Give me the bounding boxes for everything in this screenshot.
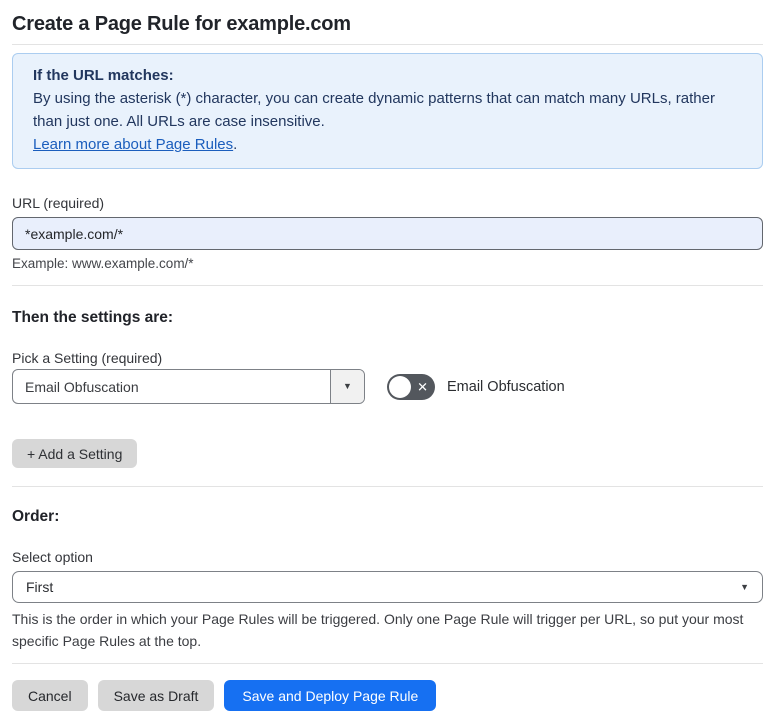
order-help-text: This is the order in which your Page Rul…	[12, 611, 744, 649]
setting-dropdown-caret-button[interactable]: ▼	[330, 370, 364, 403]
link-period: .	[233, 136, 238, 153]
title-divider	[12, 44, 763, 45]
setting-dropdown-value: Email Obfuscation	[25, 378, 139, 395]
info-link-line: Learn more about Page Rules.	[33, 133, 742, 156]
toggle-off-x-icon: ✕	[417, 379, 428, 394]
save-as-draft-button[interactable]: Save as Draft	[97, 680, 215, 711]
email-obfuscation-toggle-group: ✕ Email Obfuscation	[387, 373, 565, 400]
pick-setting-label: Pick a Setting (required)	[12, 350, 163, 366]
footer-divider	[12, 663, 763, 664]
settings-section-heading: Then the settings are:	[12, 309, 174, 326]
email-obfuscation-toggle[interactable]: ✕	[387, 373, 435, 400]
toggle-label: Email Obfuscation	[447, 378, 565, 395]
toggle-knob	[389, 375, 411, 398]
section-divider-2	[12, 486, 763, 487]
order-section-heading: Order:	[12, 508, 60, 525]
info-box-heading: If the URL matches:	[33, 67, 174, 84]
chevron-down-icon: ▼	[740, 581, 749, 592]
page-title: Create a Page Rule for example.com	[12, 13, 351, 35]
setting-row: Email Obfuscation ▼ ✕ Email Obfuscation	[12, 369, 763, 404]
save-and-deploy-button[interactable]: Save and Deploy Page Rule	[224, 680, 437, 711]
url-input[interactable]	[12, 217, 763, 250]
order-select-value: First	[26, 579, 54, 595]
setting-dropdown[interactable]: Email Obfuscation ▼	[12, 369, 365, 404]
order-select[interactable]: First ▼	[12, 571, 763, 603]
footer-actions: Cancel Save as Draft Save and Deploy Pag…	[12, 680, 763, 711]
url-match-info-box: If the URL matches: By using the asteris…	[12, 53, 763, 169]
learn-more-link[interactable]: Learn more about Page Rules	[33, 136, 233, 153]
chevron-down-icon: ▼	[343, 381, 352, 391]
cancel-button[interactable]: Cancel	[12, 680, 88, 711]
add-setting-button[interactable]: + Add a Setting	[12, 439, 138, 468]
page-rule-form: Create a Page Rule for example.com If th…	[0, 10, 775, 711]
info-box-body: By using the asterisk (*) character, you…	[33, 90, 715, 130]
url-label: URL (required)	[12, 195, 105, 211]
select-option-label: Select option	[12, 549, 93, 565]
url-example-hint: Example: www.example.com/*	[12, 256, 194, 271]
section-divider-1	[12, 285, 763, 286]
